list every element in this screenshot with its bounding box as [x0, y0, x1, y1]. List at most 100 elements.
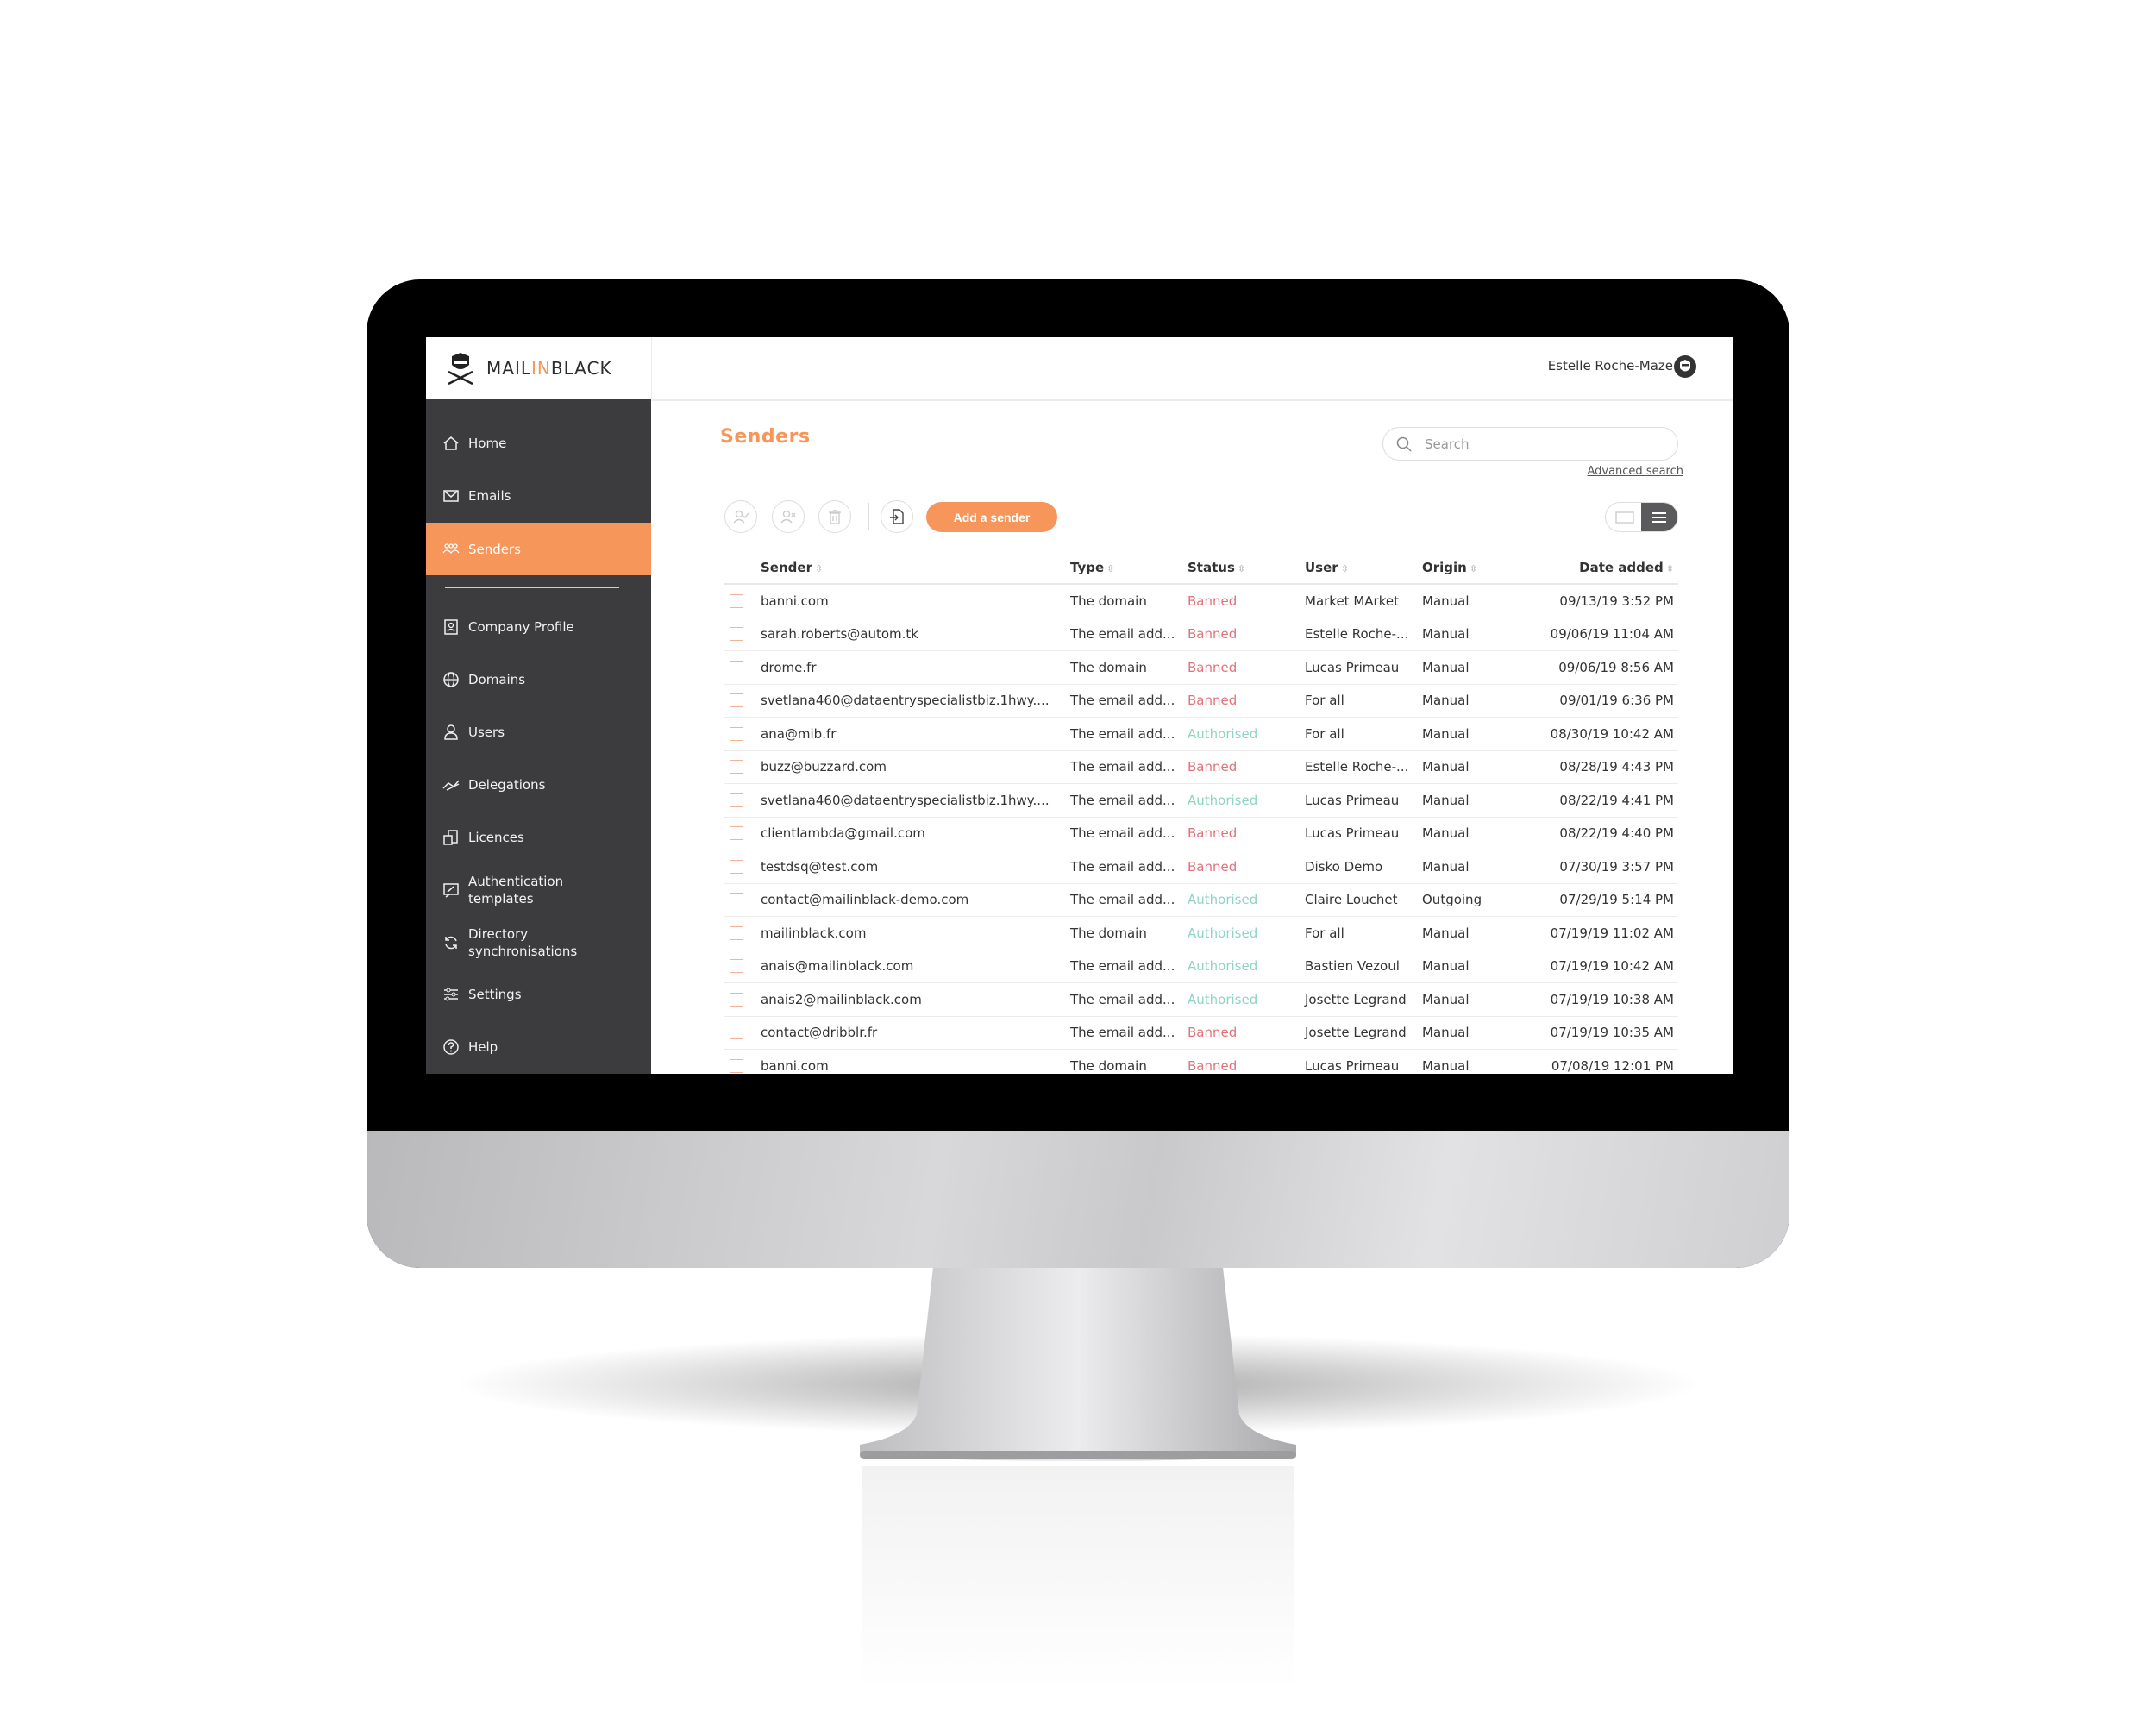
- user-cell: Estelle Roche-...: [1305, 759, 1409, 775]
- list-view-option[interactable]: [1641, 503, 1677, 531]
- col-status[interactable]: Status ⇳: [1188, 560, 1245, 575]
- table-row[interactable]: contact@dribblr.fr The email add... Banned…: [724, 1017, 1678, 1050]
- row-checkbox[interactable]: [730, 793, 743, 807]
- row-checkbox[interactable]: [730, 1058, 743, 1073]
- origin-cell: Manual: [1422, 1057, 1470, 1074]
- table-row[interactable]: svetlana460@dataentryspecialistbiz.1hwy.…: [724, 784, 1678, 818]
- row-checkbox[interactable]: [730, 627, 743, 642]
- origin-cell: Manual: [1422, 858, 1470, 875]
- table-row[interactable]: testdsq@test.com The email add... Banned Di…: [724, 850, 1678, 884]
- sidebar-item-domains[interactable]: Domains: [426, 653, 651, 706]
- sender-cell: ana@mib.fr: [761, 725, 837, 742]
- sidebar-item-label: Domains: [468, 671, 526, 687]
- row-checkbox[interactable]: [730, 760, 743, 775]
- user-cell: Lucas Primeau: [1305, 1057, 1400, 1074]
- status-cell: Authorised: [1188, 991, 1258, 1007]
- advanced-search-link[interactable]: Advanced search: [1587, 465, 1683, 478]
- table-row[interactable]: ana@mib.fr The email add... Authorised For …: [724, 718, 1678, 751]
- mailinblack-logo-icon: [448, 353, 473, 386]
- table-row[interactable]: drome.fr The domain Banned Lucas Primeau Man…: [724, 651, 1678, 685]
- col-user[interactable]: User ⇳: [1305, 560, 1349, 575]
- row-checkbox[interactable]: [730, 1026, 743, 1040]
- user-cell: Bastien Vezoul: [1305, 958, 1400, 975]
- origin-cell: Manual: [1422, 693, 1470, 709]
- trash-icon: [829, 510, 841, 524]
- add-sender-button[interactable]: Add a sender: [926, 502, 1057, 532]
- sidebar-item-label: Delegations: [468, 776, 546, 793]
- table-row[interactable]: anais@mailinblack.com The email add... Aut…: [724, 950, 1678, 983]
- import-button[interactable]: [881, 500, 913, 533]
- user-avatar-icon[interactable]: [1673, 354, 1697, 379]
- sidebar-item-company-profile[interactable]: Company Profile: [426, 600, 651, 653]
- status-cell: Banned: [1188, 759, 1238, 775]
- monitor-chin: [367, 1131, 1789, 1268]
- table-row[interactable]: buzz@buzzard.com The email add... Banned Es…: [724, 751, 1678, 784]
- sender-cell: mailinblack.com: [761, 925, 867, 941]
- row-checkbox[interactable]: [730, 992, 743, 1007]
- origin-cell: Manual: [1422, 593, 1470, 609]
- table-row[interactable]: clientlambda@gmail.com The email add... Ba…: [724, 818, 1678, 850]
- ban-sender-button[interactable]: [772, 500, 805, 533]
- table-row[interactable]: banni.com The domain Banned Lucas Primeau Ma…: [724, 1050, 1678, 1074]
- type-cell: The email add...: [1070, 991, 1175, 1007]
- row-checkbox[interactable]: [730, 693, 743, 708]
- col-date-added[interactable]: Date added ⇳: [1579, 560, 1674, 575]
- row-checkbox[interactable]: [730, 660, 743, 674]
- import-file-icon: [890, 509, 904, 524]
- select-all-checkbox[interactable]: [730, 561, 743, 574]
- row-checkbox[interactable]: [730, 893, 743, 907]
- row-checkbox[interactable]: [730, 859, 743, 874]
- delete-button[interactable]: [818, 500, 851, 533]
- sender-cell: anais2@mailinblack.com: [761, 991, 922, 1007]
- sidebar-item-settings[interactable]: Settings: [426, 968, 651, 1020]
- col-origin[interactable]: Origin ⇳: [1422, 560, 1477, 575]
- date-cell: 07/19/19 10:42 AM: [1550, 958, 1674, 975]
- sort-icon: ⇳: [814, 563, 824, 574]
- sidebar-item-help[interactable]: Help: [426, 1020, 651, 1073]
- status-cell: Banned: [1188, 825, 1238, 842]
- type-cell: The domain: [1070, 659, 1147, 675]
- logo[interactable]: MAILINBLACK: [426, 337, 651, 399]
- table-row[interactable]: banni.com The domain Banned Market MArket Ma…: [724, 585, 1678, 618]
- status-cell: Authorised: [1188, 792, 1258, 808]
- col-type[interactable]: Type ⇳: [1070, 560, 1114, 575]
- row-checkbox[interactable]: [730, 593, 743, 608]
- sidebar-item-emails[interactable]: Emails: [426, 469, 651, 522]
- sort-icon: ⇳: [1106, 563, 1115, 574]
- licences-icon: [443, 829, 458, 845]
- sidebar-item-delegations[interactable]: Delegations: [426, 758, 651, 811]
- user-name[interactable]: Estelle Roche-Maze: [1548, 358, 1673, 373]
- sidebar-item-senders[interactable]: Senders: [426, 523, 651, 575]
- sidebar-item-users[interactable]: Users: [426, 706, 651, 758]
- user-cell: Lucas Primeau: [1305, 659, 1400, 675]
- authorise-sender-button[interactable]: [724, 500, 757, 533]
- status-cell: Authorised: [1188, 892, 1258, 908]
- card-view-option[interactable]: [1606, 503, 1643, 531]
- sidebar-item-authentication[interactable]: Authentication templates: [426, 863, 651, 916]
- view-toggle[interactable]: [1605, 502, 1678, 532]
- date-cell: 07/08/19 12:01 PM: [1551, 1057, 1674, 1074]
- sidebar-item-home[interactable]: Home: [426, 417, 651, 469]
- row-checkbox[interactable]: [730, 826, 743, 841]
- table-row[interactable]: contact@mailinblack-demo.com The email ad…: [724, 884, 1678, 917]
- sidebar-item-directory[interactable]: Directory synchronisations: [426, 916, 651, 969]
- sidebar-item-licences[interactable]: Licences: [426, 811, 651, 863]
- table-row[interactable]: sarah.roberts@autom.tk The email add... Ba…: [724, 618, 1678, 651]
- user-cell: For all: [1305, 925, 1344, 941]
- search-box[interactable]: [1382, 427, 1678, 461]
- row-checkbox[interactable]: [730, 925, 743, 940]
- table-row[interactable]: mailinblack.com The domain Authorised For a…: [724, 917, 1678, 950]
- col-sender[interactable]: Sender ⇳: [761, 560, 823, 575]
- date-cell: 08/22/19 4:41 PM: [1559, 792, 1674, 808]
- sidebar-item-label: Help: [468, 1038, 498, 1055]
- sidebar-item-label: Home: [468, 435, 507, 451]
- row-checkbox[interactable]: [730, 726, 743, 741]
- app-screen: MAILINBLACK Home Emails Senders Company Pro…: [426, 337, 1733, 1074]
- search-input[interactable]: [1423, 435, 1651, 453]
- monitor-stand: [860, 1259, 1296, 1461]
- table-row[interactable]: svetlana460@dataentryspecialistbiz.1hwy.…: [724, 685, 1678, 718]
- row-checkbox[interactable]: [730, 959, 743, 974]
- origin-cell: Manual: [1422, 725, 1470, 742]
- status-cell: Authorised: [1188, 958, 1258, 975]
- table-row[interactable]: anais2@mailinblack.com The email add... Au…: [724, 983, 1678, 1017]
